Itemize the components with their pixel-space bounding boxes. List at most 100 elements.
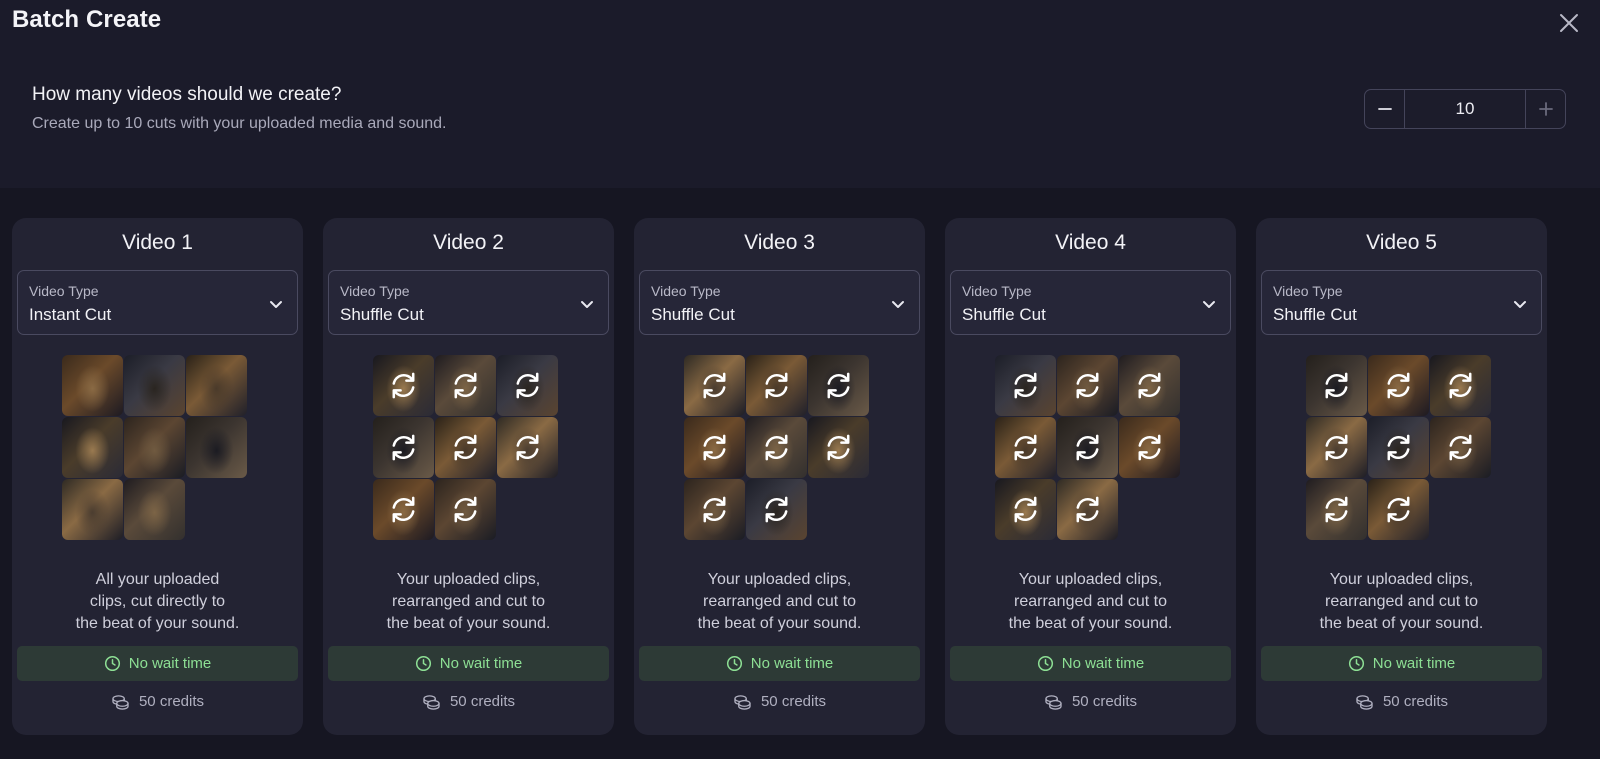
shuffle-icon <box>1387 434 1410 461</box>
video-card-title: Video 1 <box>122 231 193 254</box>
clock-icon <box>415 655 431 672</box>
wait-time-badge: No wait time <box>17 646 298 681</box>
close-button[interactable] <box>1554 8 1584 38</box>
clip-thumbnail <box>186 355 247 416</box>
video-card: Video 3 Video Type Shuffle Cut Your uplo… <box>634 218 925 735</box>
clip-thumbnail <box>1057 417 1118 478</box>
credits-label: 50 credits <box>760 693 827 710</box>
video-type-select[interactable]: Video Type Shuffle Cut <box>1261 270 1542 335</box>
chevron-down-icon <box>270 301 282 308</box>
question-title: How many videos should we create? <box>32 84 342 105</box>
shuffle-icon <box>1014 496 1037 523</box>
description-line: the beat of your sound. <box>697 615 862 632</box>
clip-thumbnail <box>684 479 745 540</box>
clip-thumbnail <box>1119 417 1180 478</box>
coins-icon <box>1356 694 1373 710</box>
clip-thumbnail-grid <box>1256 355 1547 545</box>
video-type-value: Shuffle Cut <box>340 305 424 324</box>
coins-icon <box>423 694 440 710</box>
credits-cost: 50 credits <box>1256 693 1547 710</box>
video-type-select[interactable]: Video Type Instant Cut <box>17 270 298 335</box>
description-line: rearranged and cut to <box>1014 593 1167 610</box>
clip-thumbnail <box>1368 355 1429 416</box>
shuffle-icon <box>1325 434 1348 461</box>
clip-thumbnail <box>186 417 247 478</box>
increment-button[interactable] <box>1525 90 1565 128</box>
shuffle-icon <box>1449 372 1472 399</box>
clip-thumbnail <box>1368 417 1429 478</box>
video-card: Video 5 Video Type Shuffle Cut Your uplo… <box>1256 218 1547 735</box>
wait-time-badge: No wait time <box>328 646 609 681</box>
credits-cost: 50 credits <box>12 693 303 710</box>
clock-icon <box>1037 655 1053 672</box>
clock-icon <box>726 655 742 672</box>
video-card: Video 4 Video Type Shuffle Cut Your uplo… <box>945 218 1236 735</box>
clock-icon <box>1348 655 1364 672</box>
shuffle-icon <box>1387 372 1410 399</box>
description-line: Your uploaded clips, <box>707 571 852 588</box>
shuffle-icon <box>454 496 477 523</box>
shuffle-icon <box>765 496 788 523</box>
shuffle-icon <box>454 434 477 461</box>
video-type-label: Video Type <box>29 283 99 299</box>
video-type-select[interactable]: Video Type Shuffle Cut <box>639 270 920 335</box>
video-count-value[interactable]: 10 <box>1405 90 1525 128</box>
shuffle-icon <box>454 372 477 399</box>
video-type-description: Your uploaded clips, rearranged and cut … <box>965 569 1216 635</box>
shuffle-icon <box>1076 434 1099 461</box>
credits-cost: 50 credits <box>945 693 1236 710</box>
clip-thumbnail <box>995 417 1056 478</box>
video-card: Video 2 Video Type Shuffle Cut Your uplo… <box>323 218 614 735</box>
minus-icon <box>1377 108 1392 110</box>
clip-thumbnail <box>684 355 745 416</box>
video-type-description: Your uploaded clips, rearranged and cut … <box>343 569 594 635</box>
wait-time-label: No wait time <box>750 655 834 672</box>
clip-thumbnail-grid <box>945 355 1236 545</box>
shuffle-icon <box>1076 372 1099 399</box>
video-type-value: Shuffle Cut <box>1273 305 1357 324</box>
clock-icon <box>104 655 120 672</box>
clip-thumbnail-grid <box>323 355 614 545</box>
video-type-description: Your uploaded clips, rearranged and cut … <box>654 569 905 635</box>
wait-time-label: No wait time <box>1372 655 1456 672</box>
clip-thumbnail <box>746 355 807 416</box>
video-cards-area: Video 1 Video Type Instant Cut All your … <box>0 188 1600 759</box>
video-type-label: Video Type <box>340 283 410 299</box>
shuffle-icon <box>1449 434 1472 461</box>
description-line: Your uploaded clips, <box>1329 571 1474 588</box>
shuffle-icon <box>1325 372 1348 399</box>
chevron-down-icon <box>892 301 904 308</box>
clip-thumbnail <box>373 355 434 416</box>
video-type-description: Your uploaded clips, rearranged and cut … <box>1276 569 1527 635</box>
clip-thumbnail <box>1430 417 1491 478</box>
close-icon <box>1560 14 1578 32</box>
clip-thumbnail <box>435 355 496 416</box>
decrement-button[interactable] <box>1365 90 1405 128</box>
clip-thumbnail <box>124 355 185 416</box>
video-type-select[interactable]: Video Type Shuffle Cut <box>328 270 609 335</box>
video-type-select[interactable]: Video Type Shuffle Cut <box>950 270 1231 335</box>
clip-thumbnail <box>124 479 185 540</box>
credits-label: 50 credits <box>138 693 205 710</box>
video-type-label: Video Type <box>962 283 1032 299</box>
description-line: rearranged and cut to <box>392 593 545 610</box>
shuffle-icon <box>827 434 850 461</box>
wait-time-label: No wait time <box>1061 655 1145 672</box>
shuffle-icon <box>703 434 726 461</box>
video-card-title: Video 5 <box>1366 231 1437 254</box>
modal-header: Batch Create How many videos should we c… <box>0 0 1600 188</box>
clip-thumbnail <box>1306 355 1367 416</box>
video-type-description: All your uploaded clips, cut directly to… <box>32 569 283 635</box>
description-line: rearranged and cut to <box>703 593 856 610</box>
description-line: All your uploaded <box>95 571 220 588</box>
clip-thumbnail <box>746 479 807 540</box>
video-type-value: Shuffle Cut <box>962 305 1046 324</box>
modal-title: Batch Create <box>12 6 162 33</box>
shuffle-icon <box>1325 496 1348 523</box>
credits-label: 50 credits <box>449 693 516 710</box>
wait-time-badge: No wait time <box>950 646 1231 681</box>
shuffle-icon <box>392 496 415 523</box>
description-line: the beat of your sound. <box>386 615 551 632</box>
shuffle-icon <box>703 372 726 399</box>
chevron-down-icon <box>581 301 593 308</box>
